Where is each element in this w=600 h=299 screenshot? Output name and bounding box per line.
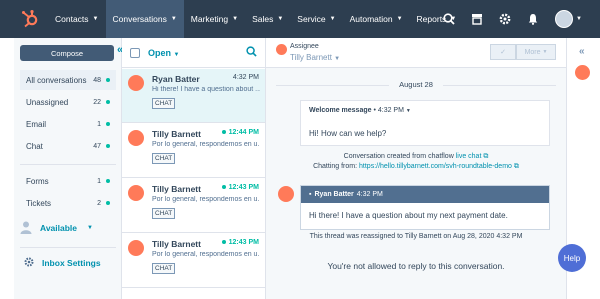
unread-dot [106,144,110,148]
nav-conversations[interactable]: Conversations ▼ [105,0,184,38]
channel-tag: CHAT [152,98,176,109]
hubspot-avatar-icon [128,240,144,256]
chevron-down-icon: ▼ [92,16,99,22]
chevron-down-icon[interactable]: ▼ [406,108,411,114]
welcome-message-card: Welcome message • 4:32 PM ▼ Hi! How can … [300,100,550,146]
inbox-settings-link[interactable]: Inbox Settings [24,257,101,269]
channel-tag: CHAT [152,208,176,219]
list-header: Open ▼ [122,38,265,68]
thread-header: Assignee Tilly Barnett ▼ ✓ More ▼ [266,38,566,68]
external-link-icon: ⧉ [513,163,519,170]
chatting-from: Chatting from: https://hello.tillybarnet… [313,163,519,170]
hubspot-logo-icon[interactable] [20,9,40,29]
hubspot-avatar-icon [128,75,144,91]
checkmark-icon[interactable]: ✓ [490,44,516,60]
conversation-item[interactable]: Tilly Barnett 12:43 PM Por lo general, r… [122,234,265,288]
chevron-down-icon: ▼ [277,16,284,22]
conversation-item[interactable]: Tilly Barnett 12:44 PM Por lo general, r… [122,124,265,178]
nav-automation[interactable]: Automation ▼ [343,0,410,38]
sidebar-item-forms[interactable]: Forms 1 [20,171,116,191]
divider [20,247,116,248]
chevron-down-icon: ▼ [170,16,177,22]
expand-panel-icon[interactable]: « [579,46,585,57]
user-avatar[interactable]: ▼ [555,10,582,28]
search-icon[interactable] [246,45,257,60]
select-all-checkbox[interactable] [130,47,140,58]
sidebar-item-tickets[interactable]: Tickets 2 [20,193,116,213]
sidebar-item-chat[interactable]: Chat 47 [20,136,116,156]
conversation-thread: Assignee Tilly Barnett ▼ ✓ More ▼ August… [266,38,566,299]
reply-disabled-notice: You're not allowed to reply to this conv… [327,261,505,271]
nav-icons: ▼ [443,0,582,38]
channel-tag: CHAT [152,153,176,164]
more-dropdown[interactable]: More ▼ [516,44,556,60]
sidebar-item-unassigned[interactable]: Unassigned 22 [20,92,116,112]
conversation-origin: Conversation created from chatflow live … [343,153,489,160]
gear-icon[interactable] [499,13,511,25]
nav-marketing[interactable]: Marketing ▼ [184,0,245,38]
external-link-icon: ⧉ [483,153,489,160]
bell-icon[interactable] [527,13,539,25]
channel-tag: CHAT [152,263,176,274]
chat-bubble-icon: ▪ [309,191,312,198]
inbox-sidebar: Compose « All conversations 48 Unassigne… [14,38,123,299]
unread-dot [106,179,110,183]
unread-dot [106,100,110,104]
assignee-avatar [276,44,287,55]
sidebar-item-email[interactable]: Email 1 [20,114,116,134]
divider [20,164,116,165]
chevron-down-icon: ▼ [87,225,93,231]
visitor-message-card: ▪ Ryan Batter 4:32 PM Hi there! I have a… [300,185,550,230]
nav-service[interactable]: Service ▼ [290,0,342,38]
hubspot-avatar-icon [128,130,144,146]
chevron-down-icon: ▼ [396,16,403,22]
live-chat-link[interactable]: live chat [456,153,482,160]
help-button[interactable]: Help [558,244,586,272]
page-url-link[interactable]: https://hello.tillybarnett.com/svh-round… [359,163,512,170]
hubspot-avatar-icon [278,186,294,202]
nav-contacts[interactable]: Contacts ▼ [48,0,106,38]
unread-dot [106,122,110,126]
conversation-list: Open ▼ Ryan Batter 4:32 PM Hi there! I h… [122,38,266,299]
availability-toggle[interactable]: Available ▼ [20,219,93,237]
marketplace-icon[interactable] [471,13,483,25]
top-navigation: Contacts ▼ Conversations ▼ Marketing ▼ Sale… [0,0,600,38]
unread-dot [106,78,110,82]
search-icon[interactable] [443,13,455,25]
hubspot-avatar-icon [128,185,144,201]
compose-button[interactable]: Compose [20,45,114,61]
gear-icon [24,257,34,269]
chevron-down-icon: ▼ [576,16,582,22]
reassignment-note: This thread was reassigned to Tilly Barn… [309,233,523,240]
user-silhouette-icon [20,221,32,236]
sidebar-item-all-conversations[interactable]: All conversations 48 [20,70,116,90]
nav-sales[interactable]: Sales ▼ [245,0,290,38]
assignee-dropdown[interactable]: Tilly Barnett ▼ [290,53,340,62]
conversation-item[interactable]: Tilly Barnett 12:43 PM Por lo general, r… [122,179,265,233]
status-filter-dropdown[interactable]: Open ▼ [148,48,179,58]
date-separator: August 28 [276,80,556,90]
conversation-item[interactable]: Ryan Batter 4:32 PM Hi there! I have a q… [122,69,265,123]
hubspot-avatar-icon[interactable] [575,65,590,80]
chevron-down-icon: ▼ [232,16,239,22]
chevron-down-icon: ▼ [329,16,336,22]
unread-dot [106,201,110,205]
